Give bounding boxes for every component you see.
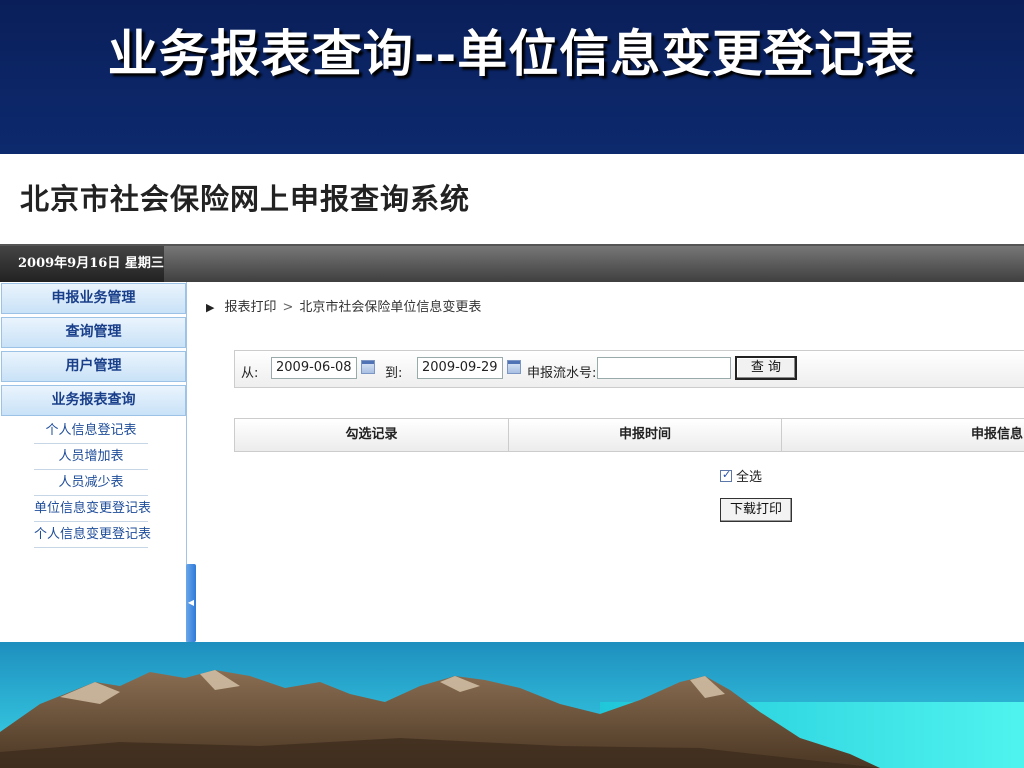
breadcrumb-current-page: 北京市社会保险单位信息变更表 — [299, 300, 482, 315]
calendar-icon[interactable] — [361, 360, 375, 374]
submenu-personal-info-register[interactable]: 个人信息登记表 — [34, 418, 148, 444]
submenu-unit-info-change[interactable]: 单位信息变更登记表 — [34, 496, 151, 522]
download-print-button[interactable]: 下载打印 — [720, 498, 792, 522]
query-button[interactable]: 查 询 — [735, 356, 797, 380]
mountain-landscape — [0, 642, 1024, 768]
column-header-declare-time: 申报时间 — [509, 419, 782, 451]
date-bar: 2009年9月16日 星期三 — [0, 244, 1024, 282]
table-header: 勾选记录 申报时间 申报信息 — [234, 418, 1024, 452]
slide-title: 业务报表查询--单位信息变更登记表 — [107, 24, 917, 83]
menu-item-user-management[interactable]: 用户管理 — [1, 351, 186, 382]
sidebar: 申报业务管理 查询管理 用户管理 业务报表查询 个人信息登记表 人员增加表 人员… — [0, 282, 187, 642]
serial-number-label: 申报流水号: — [527, 366, 597, 381]
column-header-select: 勾选记录 — [235, 419, 509, 451]
to-date-input[interactable]: 2009-09-29 — [417, 357, 503, 379]
submenu-staff-increase[interactable]: 人员增加表 — [34, 444, 148, 470]
chevron-left-icon: ◀ — [187, 598, 195, 607]
current-date: 2009年9月16日 星期三 — [0, 246, 164, 282]
select-all[interactable]: 全选 — [720, 466, 762, 485]
menu-item-query-management[interactable]: 查询管理 — [1, 317, 186, 348]
calendar-icon[interactable] — [507, 360, 521, 374]
breadcrumb: ▶ 报表打印 > 北京市社会保险单位信息变更表 — [206, 296, 481, 315]
triangle-right-icon: ▶ — [206, 301, 215, 314]
breadcrumb-report-print[interactable]: 报表打印 — [224, 300, 276, 315]
app-banner: 北京市社会保险网上申报查询系统 — [0, 154, 1024, 244]
app-screenshot: 北京市社会保险网上申报查询系统 2009年9月16日 星期三 申报业务管理 查询… — [0, 154, 1024, 642]
submenu-staff-decrease[interactable]: 人员减少表 — [34, 470, 148, 496]
menu-item-declare-business[interactable]: 申报业务管理 — [1, 283, 186, 314]
column-header-declare-info: 申报信息 — [970, 427, 1023, 442]
from-date-input[interactable]: 2009-06-08 — [271, 357, 357, 379]
to-label: 到: — [385, 366, 403, 381]
slide-header: 业务报表查询--单位信息变更登记表 — [0, 0, 1024, 154]
select-all-label: 全选 — [736, 470, 763, 485]
app-title: 北京市社会保险网上申报查询系统 — [20, 182, 471, 216]
submenu-personal-info-change[interactable]: 个人信息变更登记表 — [34, 522, 151, 548]
from-label: 从: — [241, 366, 259, 381]
breadcrumb-separator: > — [282, 300, 294, 315]
sidebar-collapse-handle[interactable]: ◀ — [186, 564, 196, 642]
main-content: ▶ 报表打印 > 北京市社会保险单位信息变更表 从: 2009-06-08 到: 20… — [196, 282, 1024, 642]
menu-item-business-report-query[interactable]: 业务报表查询 — [1, 385, 186, 416]
select-all-checkbox[interactable] — [720, 468, 732, 482]
serial-number-input[interactable] — [597, 357, 731, 379]
query-bar: 从: 2009-06-08 到: 2009-09-29 申报流水号: 查 询 — [234, 350, 1024, 388]
